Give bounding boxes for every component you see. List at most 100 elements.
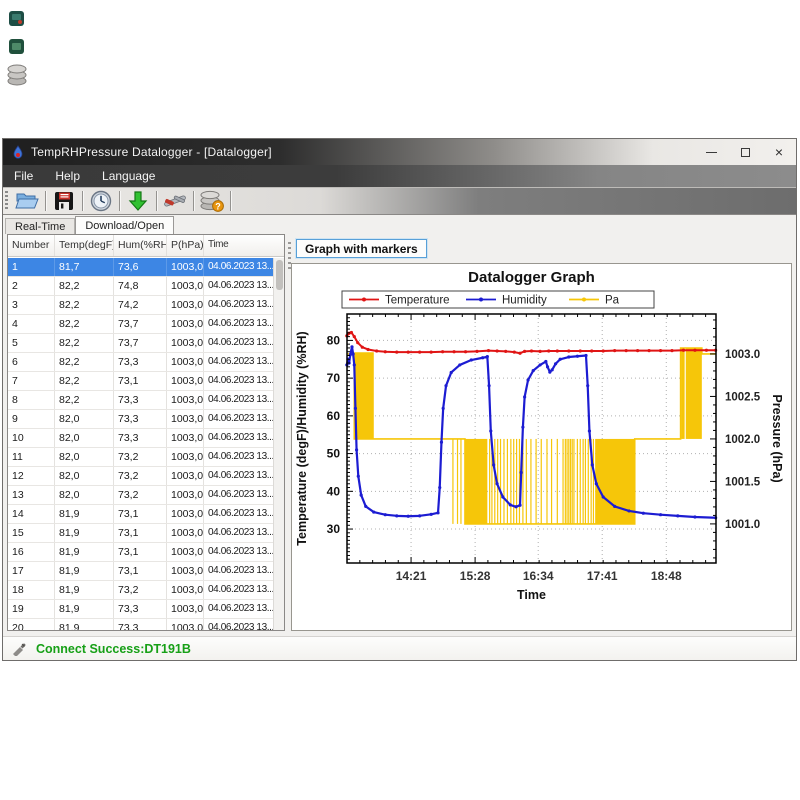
- open-file-button[interactable]: [13, 188, 41, 214]
- table-row[interactable]: 1981,973,31003,004.06.2023 13...: [8, 600, 284, 619]
- tab-real-time[interactable]: Real-Time: [5, 218, 75, 234]
- save-button[interactable]: [50, 188, 78, 214]
- table-row[interactable]: 1881,973,21003,004.06.2023 13...: [8, 581, 284, 600]
- table-cell: 81,9: [55, 619, 114, 630]
- chart-text: Humidity: [502, 295, 547, 307]
- column-header-4[interactable]: Time: [204, 235, 273, 256]
- table-cell: 1003,0: [167, 619, 204, 630]
- table-cell: 1003,0: [167, 543, 204, 561]
- table-row[interactable]: 1282,073,21003,004.06.2023 13...: [8, 467, 284, 486]
- table-cell: 1003,0: [167, 448, 204, 466]
- table-cell: 1003,0: [167, 315, 204, 333]
- table-cell: 1003,0: [167, 467, 204, 485]
- table-scrollbar[interactable]: [273, 258, 284, 630]
- table-cell: 74,2: [114, 296, 167, 314]
- table-cell: 73,3: [114, 353, 167, 371]
- toolbar-grip[interactable]: [5, 191, 8, 211]
- chart-text: 40: [327, 484, 341, 498]
- toolbar: ?: [3, 187, 796, 215]
- column-header-0[interactable]: Number: [8, 235, 55, 256]
- table-cell: 1003,0: [167, 581, 204, 599]
- minimize-button[interactable]: [694, 139, 728, 165]
- chart-text: 1001.0: [725, 519, 760, 531]
- table-row[interactable]: 181,773,61003,004.06.2023 13...: [8, 258, 284, 277]
- table-cell: 81,7: [55, 258, 114, 276]
- table-row[interactable]: 1481,973,11003,004.06.2023 13...: [8, 505, 284, 524]
- toolbar-separator: [156, 191, 157, 211]
- table-row[interactable]: 582,273,71003,004.06.2023 13...: [8, 334, 284, 353]
- table-cell: 81,9: [55, 581, 114, 599]
- download-data-button[interactable]: [124, 188, 152, 214]
- table-cell: 81,9: [55, 505, 114, 523]
- table-cell: 6: [8, 353, 55, 371]
- table-cell: 1003,0: [167, 524, 204, 542]
- table-cell: 82,2: [55, 277, 114, 295]
- table-cell: 04.06.2023 13...: [204, 562, 273, 580]
- table-row[interactable]: 482,273,71003,004.06.2023 13...: [8, 315, 284, 334]
- table-row[interactable]: 1082,073,31003,004.06.2023 13...: [8, 429, 284, 448]
- table-cell: 73,7: [114, 334, 167, 352]
- scrollbar-thumb[interactable]: [276, 260, 283, 290]
- tab-download-open[interactable]: Download/Open: [75, 216, 174, 234]
- column-header-1[interactable]: Temp(degF): [55, 235, 114, 256]
- table-row[interactable]: 782,273,11003,004.06.2023 13...: [8, 372, 284, 391]
- close-icon: ×: [775, 145, 783, 159]
- table-cell: 81,9: [55, 600, 114, 618]
- app-shortcut-icon-1[interactable]: [9, 11, 24, 31]
- floppy-disk-icon: [53, 190, 75, 212]
- table-row[interactable]: 1681,973,11003,004.06.2023 13...: [8, 543, 284, 562]
- table-row[interactable]: 1581,973,11003,004.06.2023 13...: [8, 524, 284, 543]
- table-cell: 82,2: [55, 372, 114, 390]
- table-cell: 04.06.2023 13...: [204, 315, 273, 333]
- table-cell: 04.06.2023 13...: [204, 524, 273, 542]
- graph-with-markers-button[interactable]: Graph with markers: [296, 239, 427, 258]
- chart-text: 1003.0: [725, 349, 760, 361]
- table-row[interactable]: 1382,073,21003,004.06.2023 13...: [8, 486, 284, 505]
- table-row[interactable]: 982,073,31003,004.06.2023 13...: [8, 410, 284, 429]
- disk-stack-icon-shortcut[interactable]: [7, 63, 27, 91]
- app-shortcut-icon-2[interactable]: [9, 39, 24, 59]
- column-header-3[interactable]: P(hPa): [167, 235, 204, 256]
- table-cell: 73,3: [114, 619, 167, 630]
- table-cell: 73,1: [114, 524, 167, 542]
- chart-text: 30: [327, 522, 341, 536]
- table-cell: 73,2: [114, 486, 167, 504]
- maximize-button[interactable]: [728, 139, 762, 165]
- table-cell: 04.06.2023 13...: [204, 258, 273, 276]
- table-cell: 3: [8, 296, 55, 314]
- settings-button[interactable]: [161, 188, 189, 214]
- table-cell: 12: [8, 467, 55, 485]
- table-cell: 4: [8, 315, 55, 333]
- window-title: TempRHPressure Datalogger - [Datalogger]: [31, 145, 272, 159]
- table-cell: 04.06.2023 13...: [204, 296, 273, 314]
- table-row[interactable]: 882,273,31003,004.06.2023 13...: [8, 391, 284, 410]
- green-app-icon: [9, 39, 24, 54]
- table-cell: 74,8: [114, 277, 167, 295]
- table-row[interactable]: 282,274,81003,004.06.2023 13...: [8, 277, 284, 296]
- table-cell: 04.06.2023 13...: [204, 448, 273, 466]
- table-cell: 73,3: [114, 410, 167, 428]
- table-row[interactable]: 2081,973,31003,004.06.2023 13...: [8, 619, 284, 630]
- table-row[interactable]: 1182,073,21003,004.06.2023 13...: [8, 448, 284, 467]
- table-row[interactable]: 1781,973,11003,004.06.2023 13...: [8, 562, 284, 581]
- menu-item-language[interactable]: Language: [91, 165, 166, 187]
- menu-item-help[interactable]: Help: [44, 165, 91, 187]
- table-cell: 20: [8, 619, 55, 630]
- status-message: Connect Success:DT191B: [36, 642, 191, 656]
- table-cell: 1003,0: [167, 277, 204, 295]
- device-info-button[interactable]: ?: [198, 188, 226, 214]
- chart-text: 1002.0: [725, 434, 760, 446]
- menu-item-file[interactable]: File: [3, 165, 44, 187]
- time-sync-button[interactable]: [87, 188, 115, 214]
- column-header-2[interactable]: Hum(%RH): [114, 235, 167, 256]
- chart-container: Datalogger Graph3040506070801001.01001.5…: [291, 263, 792, 631]
- table-cell: 82,2: [55, 334, 114, 352]
- chart-text: 50: [327, 447, 341, 461]
- table-cell: 04.06.2023 13...: [204, 429, 273, 447]
- table-row[interactable]: 682,273,31003,004.06.2023 13...: [8, 353, 284, 372]
- table-cell: 04.06.2023 13...: [204, 467, 273, 485]
- close-button[interactable]: ×: [762, 139, 796, 165]
- table-row[interactable]: 382,274,21003,004.06.2023 13...: [8, 296, 284, 315]
- table-cell: 04.06.2023 13...: [204, 486, 273, 504]
- table-cell: 2: [8, 277, 55, 295]
